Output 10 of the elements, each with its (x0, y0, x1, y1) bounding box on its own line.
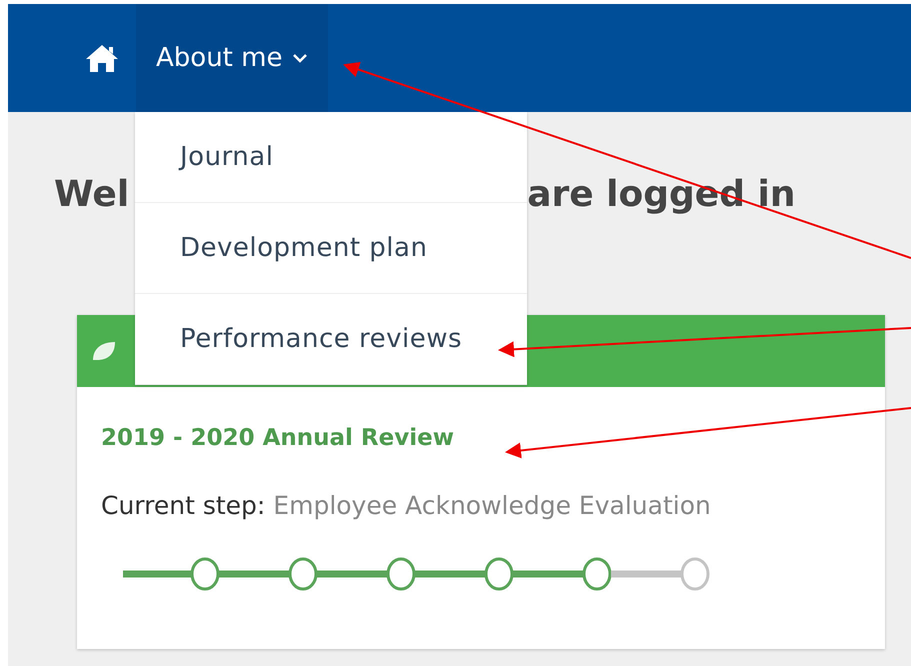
chevron-icon (292, 52, 308, 64)
welcome-heading: Wel (54, 174, 130, 215)
home-icon[interactable] (85, 43, 119, 73)
welcome-heading: are logged in (527, 174, 796, 215)
leaf-icon (91, 339, 117, 363)
dropdown-item[interactable]: Development plan (135, 203, 527, 294)
about-menu[interactable]: About me (136, 4, 328, 112)
dropdown-item[interactable]: Journal (135, 112, 527, 203)
dropdown-item[interactable]: Performance reviews (135, 294, 527, 385)
current-step-text: Current step: Employee Acknowledge Evaluation (101, 491, 712, 520)
